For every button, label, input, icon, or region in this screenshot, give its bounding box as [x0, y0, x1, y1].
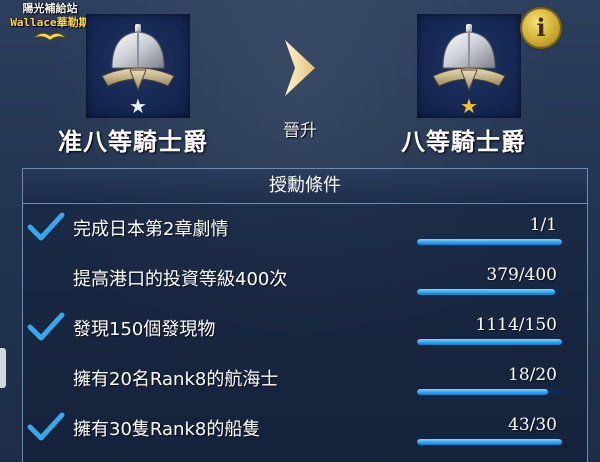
- current-rank-emblem[interactable]: ★: [86, 14, 190, 118]
- condition-value: 18/20: [508, 365, 557, 385]
- condition-row: 發現150個發現物 1114/150: [23, 307, 587, 353]
- condition-progress-bar: [417, 439, 562, 445]
- condition-progress-bar: [417, 239, 562, 245]
- watermark-line1: 陽光補給站: [22, 2, 78, 15]
- condition-progress-bar: [417, 389, 562, 395]
- checkmark-icon: [27, 312, 65, 341]
- rank-promotion-screen: 陽光補給站 Wallace華勒斯 ★ 准八等騎士爵 晉升 ★ 八等騎士爵 i 授…: [0, 0, 600, 462]
- conditions-panel: 授勳條件 完成日本第2章劇情 1/1 提高港口的投資等級400次 379/400…: [22, 168, 588, 462]
- condition-row: 擁有20名Rank8的航海士 18/20: [23, 357, 587, 403]
- condition-progress-fill: [417, 289, 555, 295]
- checkmark-icon: [27, 212, 65, 241]
- condition-label: 擁有30隻Rank8的船隻: [73, 419, 261, 440]
- helmet-icon: [101, 24, 175, 92]
- condition-progress-bar: [417, 289, 562, 295]
- helmet-icon: [432, 24, 506, 92]
- gold-star-icon: ★: [460, 94, 478, 118]
- condition-label: 完成日本第2章劇情: [73, 219, 229, 240]
- next-rank-emblem[interactable]: ★: [417, 14, 521, 118]
- checkmark-icon: [27, 412, 65, 441]
- condition-value: 43/30: [508, 415, 557, 435]
- white-star-icon: ★: [129, 94, 147, 118]
- info-button[interactable]: i: [522, 9, 560, 47]
- condition-row: 提高港口的投資等級400次 379/400: [23, 257, 587, 303]
- conditions-header: 授勳條件: [23, 169, 587, 204]
- chevron-right-icon: [285, 40, 315, 96]
- condition-label: 提高港口的投資等級400次: [73, 269, 288, 290]
- bird-logo-icon: [33, 33, 67, 41]
- promote-label: 晉升: [283, 121, 317, 141]
- watermark: 陽光補給站 Wallace華勒斯: [4, 2, 96, 46]
- condition-progress-fill: [417, 239, 562, 245]
- watermark-line2: Wallace華勒斯: [10, 16, 90, 29]
- condition-progress-fill: [417, 439, 562, 445]
- condition-row: 擁有30隻Rank8的船隻 43/30: [23, 407, 587, 453]
- condition-label: 發現150個發現物: [73, 319, 216, 340]
- condition-value: 379/400: [486, 265, 557, 285]
- condition-label: 擁有20名Rank8的航海士: [73, 369, 279, 390]
- condition-value: 1/1: [529, 215, 557, 235]
- side-drawer-handle[interactable]: [0, 348, 6, 388]
- condition-row: 完成日本第2章劇情 1/1: [23, 207, 587, 253]
- next-rank-name: 八等騎士爵: [401, 127, 526, 156]
- condition-progress-fill: [417, 389, 548, 395]
- condition-progress-fill: [417, 339, 562, 345]
- condition-value: 1114/150: [475, 315, 557, 335]
- condition-progress-bar: [417, 339, 562, 345]
- current-rank-name: 准八等騎士爵: [58, 127, 208, 156]
